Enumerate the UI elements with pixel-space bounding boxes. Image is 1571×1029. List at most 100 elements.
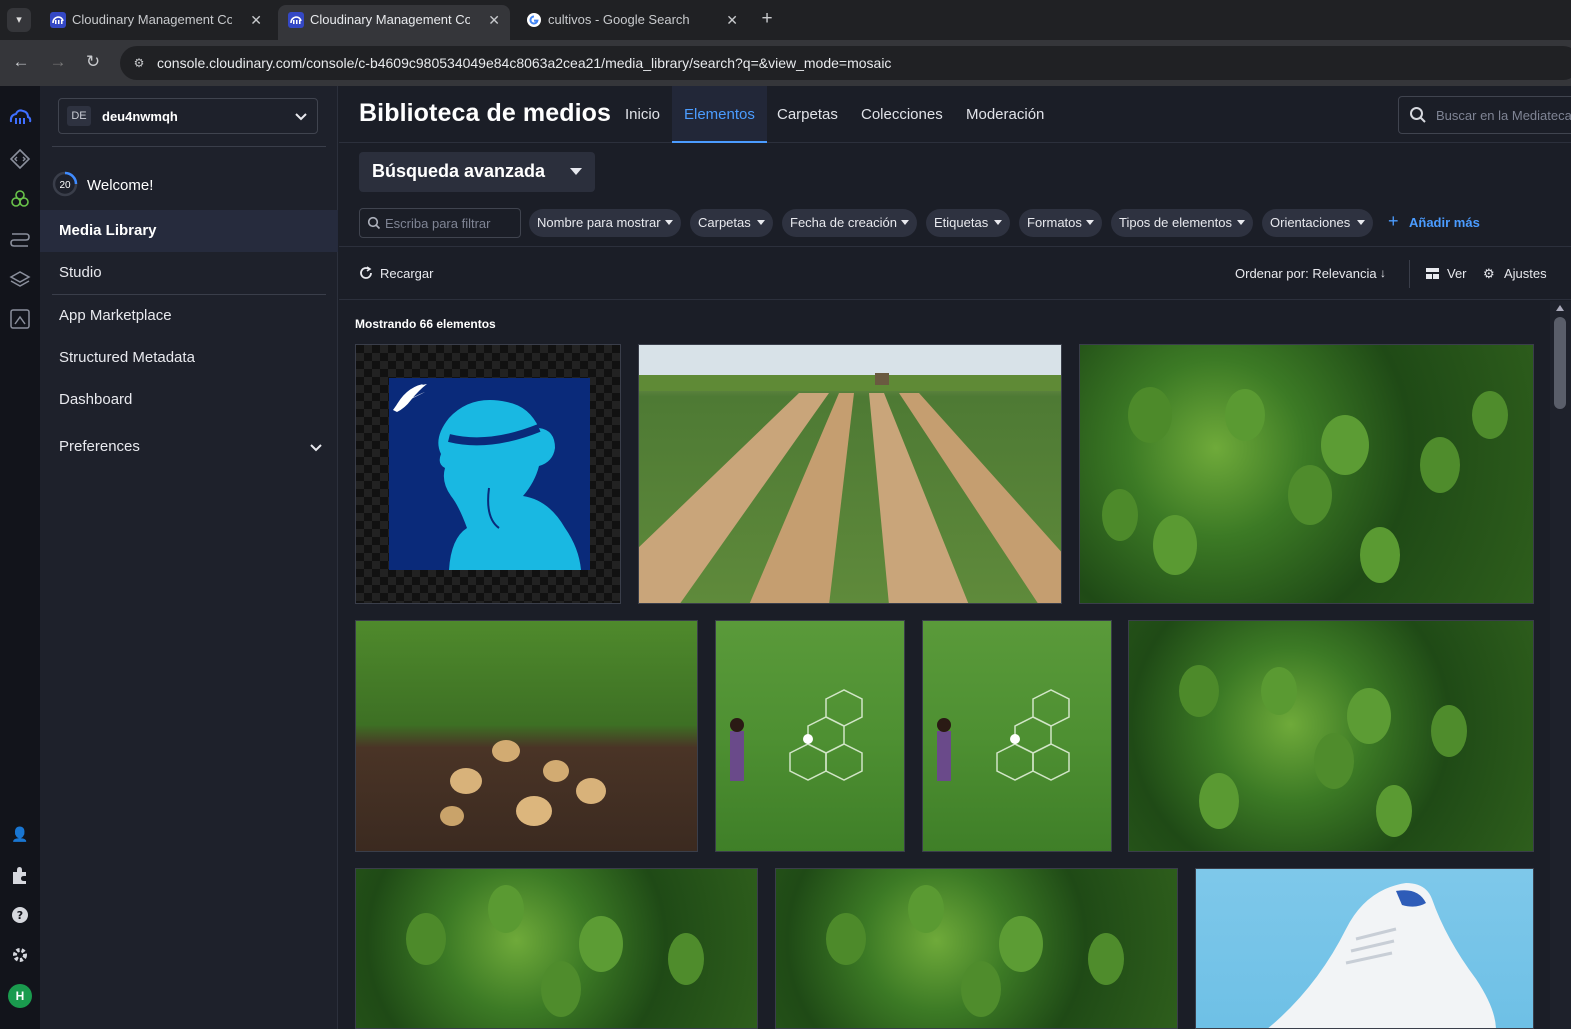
welcome-progress-ring[interactable]: 20 xyxy=(52,171,78,197)
view-button[interactable]: Ver xyxy=(1447,266,1467,281)
reload-icon[interactable] xyxy=(359,266,373,280)
results-toolbar: Recargar Ordenar por: Relevancia ↓ Ver ⚙… xyxy=(339,246,1571,300)
caret-down-icon xyxy=(994,220,1002,225)
reload-button[interactable]: Recargar xyxy=(380,266,433,281)
filter-chip-formats[interactable]: Formatos xyxy=(1019,209,1102,237)
google-favicon-icon xyxy=(527,13,541,27)
chip-label: Fecha de creación xyxy=(790,215,897,230)
page-header: Biblioteca de medios Inicio Elementos Ca… xyxy=(339,86,1571,143)
tab-moderacion[interactable]: Moderación xyxy=(954,86,1056,143)
crop-field-thumbnail[interactable] xyxy=(638,344,1062,604)
site-info-icon[interactable]: ⚙ xyxy=(130,54,148,72)
browser-tab-active[interactable]: Cloudinary Management Conso ✕ xyxy=(278,5,510,40)
tab-inicio[interactable]: Inicio xyxy=(613,86,672,143)
invite-user-icon[interactable]: 👤 xyxy=(8,822,32,846)
cloud-selector[interactable]: DE deu4nwmqh xyxy=(58,98,318,134)
asics-logo-image xyxy=(389,378,590,570)
sidebar-item-structured-metadata[interactable]: Structured Metadata xyxy=(40,337,338,379)
browser-tab[interactable]: Cloudinary Management Conso ✕ xyxy=(40,5,272,40)
avocado-tree-thumbnail[interactable] xyxy=(355,868,758,1029)
sidebar-item-dashboard[interactable]: Dashboard xyxy=(40,379,338,421)
sidebar-item-studio[interactable]: Studio xyxy=(40,252,338,294)
filter-chip-tags[interactable]: Etiquetas xyxy=(926,209,1010,237)
tab-carpetas[interactable]: Carpetas xyxy=(765,86,850,143)
caret-down-icon xyxy=(757,220,765,225)
tab-search-menu-button[interactable]: ▾ xyxy=(7,8,31,32)
avocado-tree-thumbnail[interactable] xyxy=(775,868,1178,1029)
cloudinary-logo-icon[interactable] xyxy=(8,106,32,130)
cloud-name: deu4nwmqh xyxy=(102,109,178,124)
close-tab-icon[interactable]: ✕ xyxy=(488,5,500,35)
programmable-media-icon[interactable] xyxy=(8,147,32,171)
smart-farming-thumbnail[interactable] xyxy=(922,620,1112,852)
results-count: Mostrando 66 elementos xyxy=(355,317,496,331)
tab-colecciones[interactable]: Colecciones xyxy=(849,86,955,143)
url-text: console.cloudinary.com/console/c-b4609c9… xyxy=(157,55,892,71)
scroll-thumb[interactable] xyxy=(1554,317,1566,409)
filter-chip-asset-types[interactable]: Tipos de elementos xyxy=(1111,209,1253,237)
cloudinary-favicon-icon xyxy=(288,12,304,28)
image-crop-icon[interactable] xyxy=(8,307,32,331)
user-avatar[interactable]: H xyxy=(8,984,32,1008)
sort-dropdown[interactable]: Ordenar por: Relevancia xyxy=(1235,266,1377,281)
search-icon xyxy=(367,216,381,230)
avocado-tree-thumbnail[interactable] xyxy=(1079,344,1534,604)
scroll-up-arrow-icon[interactable] xyxy=(1556,305,1564,311)
filter-placeholder: Escriba para filtrar xyxy=(385,216,491,231)
media-search-input[interactable]: Buscar en la Mediateca xyxy=(1398,96,1571,134)
caret-down-icon xyxy=(665,220,673,225)
potato-harvest-thumbnail[interactable] xyxy=(355,620,698,852)
reload-page-icon[interactable]: ↻ xyxy=(82,51,104,73)
results-scrollbar[interactable] xyxy=(1550,301,1571,1029)
chevron-down-icon xyxy=(295,113,307,121)
gear-icon[interactable]: ⚙ xyxy=(1483,267,1497,281)
tab-elementos[interactable]: Elementos xyxy=(672,86,767,143)
smart-farming-image xyxy=(937,689,1070,781)
white-sneaker-thumbnail[interactable] xyxy=(1195,868,1534,1029)
grid-view-icon[interactable] xyxy=(1426,268,1439,279)
settings-button[interactable]: Ajustes xyxy=(1504,266,1547,281)
layers-icon[interactable] xyxy=(8,267,32,291)
new-tab-button[interactable]: + xyxy=(756,8,778,30)
filter-chip-orientations[interactable]: Orientaciones xyxy=(1262,209,1373,237)
close-tab-icon[interactable]: ✕ xyxy=(250,5,262,35)
back-arrow-icon[interactable]: ← xyxy=(10,51,32,73)
avocado-tree-thumbnail[interactable] xyxy=(1128,620,1534,852)
main-content: Biblioteca de medios Inicio Elementos Ca… xyxy=(339,86,1571,1029)
filter-chip-folders[interactable]: Carpetas xyxy=(690,209,773,237)
tab-title: Cloudinary Management Conso xyxy=(72,12,232,27)
extensions-icon[interactable] xyxy=(8,863,32,887)
advanced-search-dropdown[interactable]: Búsqueda avanzada xyxy=(359,152,595,192)
divider xyxy=(52,146,326,147)
sneaker-image xyxy=(1268,883,1496,1028)
url-field[interactable]: ⚙ console.cloudinary.com/console/c-b4609… xyxy=(120,46,1571,80)
sidebar-item-app-marketplace[interactable]: App Marketplace xyxy=(40,295,338,337)
forward-arrow-icon[interactable]: → xyxy=(47,51,69,73)
cloudinary-favicon-icon xyxy=(50,12,66,28)
close-tab-icon[interactable]: ✕ xyxy=(726,5,738,35)
add-more-filters-button[interactable]: Añadir más xyxy=(1409,215,1480,230)
divider xyxy=(1409,260,1410,288)
help-icon[interactable]: ? xyxy=(8,903,32,927)
tab-title: cultivos - Google Search xyxy=(548,12,690,27)
browser-tab[interactable]: cultivos - Google Search ✕ xyxy=(516,5,748,40)
sidebar-item-label: Preferences xyxy=(59,438,140,455)
asics-logo-thumbnail[interactable] xyxy=(355,344,621,604)
sidebar-item-preferences[interactable]: Preferences xyxy=(40,426,338,468)
filter-chip-creation-date[interactable]: Fecha de creación xyxy=(782,209,917,237)
tab-title: Cloudinary Management Conso xyxy=(310,12,470,27)
filter-chip-display-name[interactable]: Nombre para mostrar xyxy=(529,209,681,237)
arrow-down-icon[interactable]: ↓ xyxy=(1380,266,1386,280)
video-icon[interactable] xyxy=(8,227,32,251)
sidebar-item-media-library[interactable]: Media Library xyxy=(40,210,338,252)
caret-down-icon xyxy=(1357,220,1365,225)
crop-field-image xyxy=(639,345,1061,603)
smart-farming-thumbnail[interactable] xyxy=(715,620,905,852)
chip-label: Formatos xyxy=(1027,215,1082,230)
avocado-image xyxy=(1102,387,1508,583)
settings-icon[interactable] xyxy=(8,943,32,967)
filter-input[interactable]: Escriba para filtrar xyxy=(359,208,521,238)
welcome-label[interactable]: Welcome! xyxy=(87,177,153,194)
assets-icon[interactable] xyxy=(8,187,32,211)
search-placeholder: Buscar en la Mediateca xyxy=(1436,108,1571,123)
